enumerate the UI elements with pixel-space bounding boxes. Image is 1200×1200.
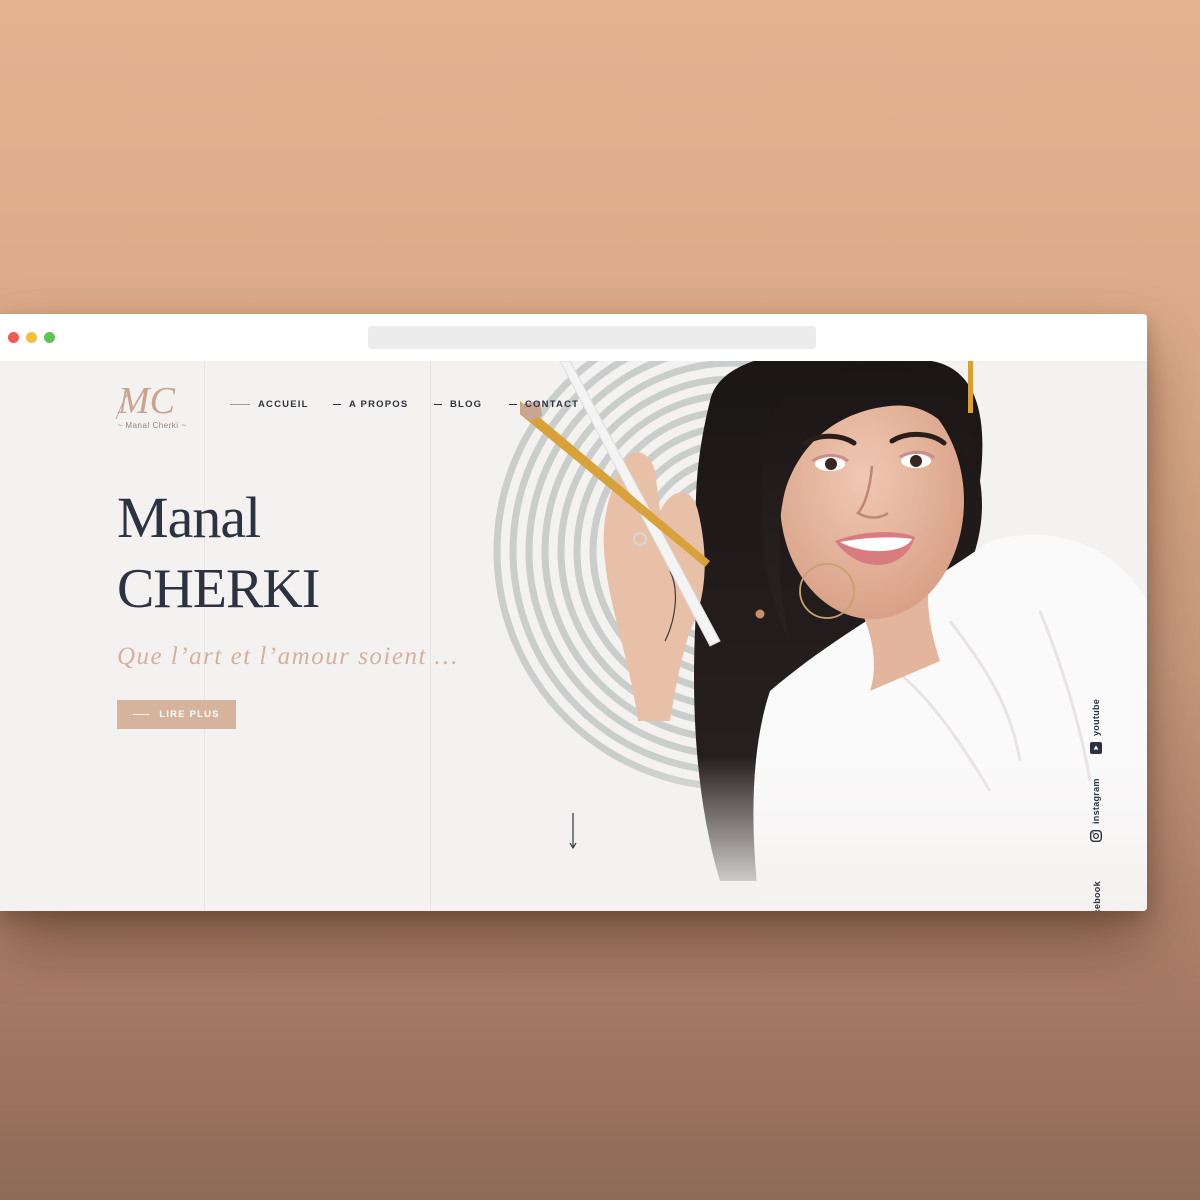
nav-dash xyxy=(434,404,442,405)
maximize-window-button[interactable] xyxy=(44,332,55,343)
nav-item-accueil[interactable]: ACCUEIL xyxy=(230,399,309,410)
hero-section: MC ~ Manal Cherki ~ ACCUEIL A PROPOS BLO… xyxy=(0,361,1147,911)
nav-label: A PROPOS xyxy=(349,399,409,410)
browser-window: MC ~ Manal Cherki ~ ACCUEIL A PROPOS BLO… xyxy=(0,314,1147,911)
cta-dash xyxy=(133,714,150,715)
monogram-logo-icon: MC xyxy=(115,380,176,421)
nav-label: CONTACT xyxy=(525,399,580,410)
cta-label: LIRE PLUS xyxy=(159,709,220,720)
nav-label: ACCUEIL xyxy=(258,399,309,410)
browser-toolbar xyxy=(0,314,1147,361)
read-more-button[interactable]: LIRE PLUS xyxy=(117,700,236,729)
grid-line xyxy=(430,361,431,911)
hero-first-name: Manal xyxy=(117,485,261,550)
close-window-button[interactable] xyxy=(8,332,19,343)
arrow-down-icon[interactable] xyxy=(566,811,580,851)
youtube-icon xyxy=(1090,742,1102,754)
social-label: facebook xyxy=(1092,881,1102,911)
grid-line xyxy=(204,361,205,911)
hero-portrait-image xyxy=(520,361,1147,911)
nav-item-contact[interactable]: CONTACT xyxy=(509,399,579,410)
hero-tagline: Que l’art et l’amour soient … xyxy=(117,643,459,670)
hero-last-name: CHERKI xyxy=(117,558,320,620)
social-label: instagram xyxy=(1091,778,1101,824)
nav-item-blog[interactable]: BLOG xyxy=(434,399,482,410)
social-link-youtube[interactable]: youtube xyxy=(1090,699,1102,754)
address-bar[interactable] xyxy=(368,326,816,349)
instagram-icon xyxy=(1090,830,1102,842)
nav-dash xyxy=(509,404,517,405)
social-label: youtube xyxy=(1091,698,1101,736)
svg-text:MC: MC xyxy=(117,380,176,421)
nav-dash xyxy=(230,404,250,405)
logo-name: ~ Manal Cherki ~ xyxy=(117,421,187,430)
minimize-window-button[interactable] xyxy=(26,332,37,343)
social-link-instagram[interactable]: instagram xyxy=(1090,778,1102,842)
nav-item-a-propos[interactable]: A PROPOS xyxy=(333,399,408,410)
nav-label: BLOG xyxy=(450,399,483,410)
nav-dash xyxy=(333,404,341,405)
site-logo[interactable]: MC ~ Manal Cherki ~ xyxy=(112,379,192,437)
social-link-facebook[interactable]: facebook xyxy=(1092,881,1102,911)
